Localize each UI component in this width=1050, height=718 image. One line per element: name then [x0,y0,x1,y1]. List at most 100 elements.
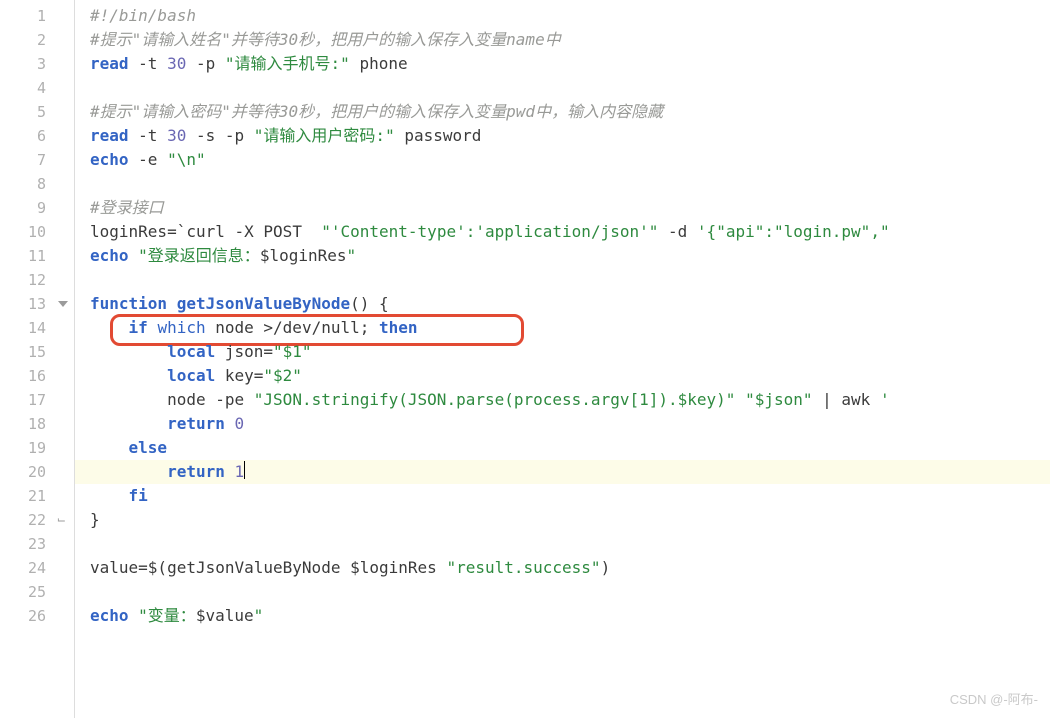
line-number: 19 [0,436,74,460]
token-id [90,462,167,481]
token-id [687,222,697,241]
token-id [225,414,235,433]
code-line[interactable] [90,172,1050,196]
code-line[interactable] [90,580,1050,604]
token-st: "$json" [745,390,812,409]
watermark: CSDN @-阿布- [950,689,1038,708]
token-cm: #提示"请输入密码"并等待30秒，把用户的输入保存入变量pwd中，输入内容隐藏 [90,102,663,121]
code-line[interactable]: #提示"请输入密码"并等待30秒，把用户的输入保存入变量pwd中，输入内容隐藏 [90,100,1050,124]
token-id [157,54,167,73]
token-nm: 0 [235,414,245,433]
code-line[interactable]: fi [90,484,1050,508]
token-flg: -t [138,126,157,145]
token-flg: -d [668,222,687,241]
token-op: () { [350,294,389,313]
token-flg: -s [196,126,215,145]
token-id [90,366,167,385]
line-number: 1 [0,4,74,28]
code-line[interactable]: echo -e "\n" [90,148,1050,172]
token-op: ` [177,222,187,241]
token-id [90,318,129,337]
token-flg: -p [196,54,215,73]
gutter: 12345678910111213141516171819202122⌙2324… [0,0,75,718]
token-kw: if [129,318,148,337]
token-id [215,54,225,73]
token-id [157,150,167,169]
token-cm: #!/bin/bash [90,6,196,25]
token-id [129,54,139,73]
code-line[interactable]: #登录接口 [90,196,1050,220]
token-cm: #提示"请输入姓名"并等待30秒，把用户的输入保存入变量name中 [90,30,561,49]
token-id [186,54,196,73]
token-id: loginRes= [90,222,177,241]
token-id [735,390,745,409]
token-flg: -p [225,126,244,145]
line-number: 20 [0,460,74,484]
token-id [90,486,129,505]
line-number: 8 [0,172,74,196]
token-st: "请输入手机号:" [225,54,350,73]
code-line[interactable] [90,268,1050,292]
code-line[interactable]: echo "变量：$value" [90,604,1050,628]
token-flg: -pe [215,390,244,409]
code-line[interactable]: } [90,508,1050,532]
line-number: 23 [0,532,74,556]
token-id [225,462,235,481]
code-line[interactable]: node -pe "JSON.stringify(JSON.parse(proc… [90,388,1050,412]
line-number: 10 [0,220,74,244]
token-flg: -X [235,222,254,241]
token-kw: local [167,342,215,361]
token-st: '{"api":"login.pw"," [697,222,890,241]
token-bi: which [157,318,205,337]
token-id [129,606,139,625]
token-id: curl [186,222,234,241]
code-line[interactable]: return 0 [90,412,1050,436]
token-id [395,126,405,145]
line-number: 14 [0,316,74,340]
code-line[interactable]: read -t 30 -p "请输入手机号:" phone [90,52,1050,76]
token-st: " [347,246,357,265]
token-kw: echo [90,246,129,265]
line-number: 15 [0,340,74,364]
token-op: } [90,510,100,529]
code-area[interactable]: #!/bin/bash #提示"请输入姓名"并等待30秒，把用户的输入保存入变量n… [75,0,1050,718]
code-line[interactable]: function getJsonValueByNode() { [90,292,1050,316]
code-line[interactable]: echo "登录返回信息：$loginRes" [90,244,1050,268]
code-line[interactable]: local json="$1" [90,340,1050,364]
code-line[interactable]: return 1 [75,460,1050,484]
token-op: ) [601,558,611,577]
fold-open-icon[interactable] [58,301,68,307]
token-id [658,222,668,241]
code-line[interactable]: if which node >/dev/null; then [90,316,1050,340]
token-kw: echo [90,606,129,625]
code-line[interactable]: #!/bin/bash [90,4,1050,28]
token-id: phone [359,54,407,73]
token-st: "\n" [167,150,206,169]
code-line[interactable] [90,76,1050,100]
code-line[interactable]: local key="$2" [90,364,1050,388]
token-id: POST [254,222,321,241]
code-line[interactable]: #提示"请输入姓名"并等待30秒，把用户的输入保存入变量name中 [90,28,1050,52]
token-kw: else [129,438,168,457]
line-number: 22⌙ [0,508,74,532]
token-op: $( [148,558,167,577]
line-number: 16 [0,364,74,388]
token-nm: 1 [235,462,245,481]
token-op: $value [196,606,254,625]
code-line[interactable]: else [90,436,1050,460]
token-id [215,126,225,145]
code-line[interactable]: loginRes=`curl -X POST "'Content-type':'… [90,220,1050,244]
token-kw: return [167,462,225,481]
token-flg: -e [138,150,157,169]
token-id [129,246,139,265]
code-line[interactable] [90,532,1050,556]
token-kw: echo [90,150,129,169]
token-id [186,126,196,145]
code-line[interactable]: read -t 30 -s -p "请输入用户密码:" password [90,124,1050,148]
token-kw: read [90,126,129,145]
token-id: password [404,126,481,145]
token-fn: getJsonValueByNode [177,294,350,313]
token-flg: -t [138,54,157,73]
code-line[interactable]: value=$(getJsonValueByNode $loginRes "re… [90,556,1050,580]
token-id: node >/dev/null; [206,318,379,337]
